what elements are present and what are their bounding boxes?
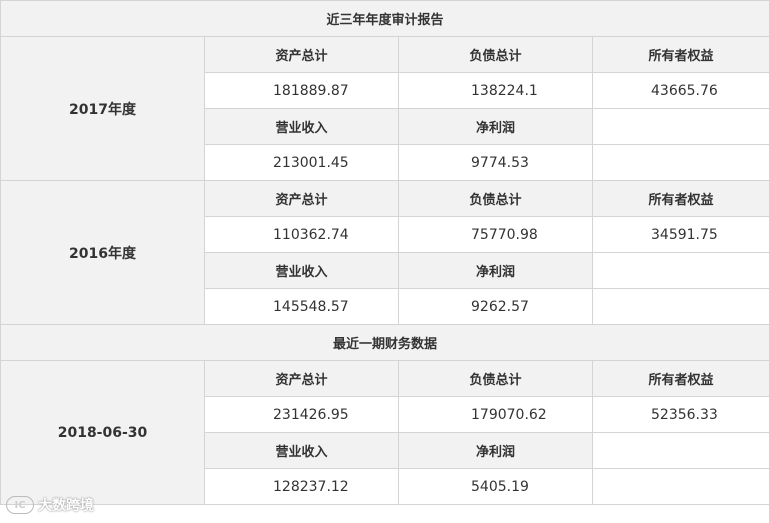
empty-cell [591, 288, 769, 325]
header-net-profit: 净利润 [398, 432, 593, 469]
value-total-assets: 110362.74 [204, 216, 399, 253]
empty-cell [591, 468, 769, 505]
header-revenue: 营业收入 [204, 432, 399, 469]
value-total-liabilities: 138224.1 [398, 72, 593, 109]
audit-banner: 近三年年度审计报告 [0, 0, 769, 37]
value-revenue: 128237.12 [204, 468, 399, 505]
empty-cell [591, 432, 769, 469]
header-net-profit: 净利润 [398, 108, 593, 145]
header-total-assets: 资产总计 [204, 36, 399, 73]
banner-row-audit: 近三年年度审计报告 [0, 0, 769, 37]
empty-cell [591, 144, 769, 181]
header-net-profit: 净利润 [398, 252, 593, 289]
table-row: 2018-06-30 资产总计 负债总计 所有者权益 [0, 360, 769, 505]
value-total-assets: 231426.95 [204, 396, 399, 433]
header-revenue: 营业收入 [204, 108, 399, 145]
header-total-liabilities: 负债总计 [398, 36, 593, 73]
value-net-profit: 5405.19 [398, 468, 593, 505]
period-label: 2017年度 [0, 36, 205, 181]
banner-row-recent: 最近一期财务数据 [0, 324, 769, 361]
value-revenue: 213001.45 [204, 144, 399, 181]
empty-cell [591, 108, 769, 145]
value-revenue: 145548.57 [204, 288, 399, 325]
period-label: 2018-06-30 [0, 360, 205, 505]
header-owner-equity: 所有者权益 [591, 360, 769, 397]
value-total-liabilities: 179070.62 [398, 396, 593, 433]
value-net-profit: 9262.57 [398, 288, 593, 325]
table-row: 2017年度 资产总计 负债总计 所有者权益 [0, 36, 769, 181]
value-net-profit: 9774.53 [398, 144, 593, 181]
value-owner-equity: 52356.33 [591, 396, 769, 433]
header-owner-equity: 所有者权益 [591, 36, 769, 73]
header-revenue: 营业收入 [204, 252, 399, 289]
value-total-assets: 181889.87 [204, 72, 399, 109]
watermark-logo-icon: IC [6, 496, 34, 514]
watermark: IC 大数跨境 [6, 495, 94, 515]
header-total-assets: 资产总计 [204, 360, 399, 397]
value-owner-equity: 43665.76 [591, 72, 769, 109]
recent-banner: 最近一期财务数据 [0, 324, 769, 361]
header-owner-equity: 所有者权益 [591, 180, 769, 217]
value-owner-equity: 34591.75 [591, 216, 769, 253]
table-row: 2016年度 资产总计 负债总计 所有者权益 [0, 180, 769, 325]
header-total-assets: 资产总计 [204, 180, 399, 217]
financial-table: 近三年年度审计报告 2017年度 资产总计 负债总计 所有者权益 181889.… [0, 0, 769, 505]
header-total-liabilities: 负债总计 [398, 360, 593, 397]
value-total-liabilities: 75770.98 [398, 216, 593, 253]
empty-cell [591, 252, 769, 289]
header-total-liabilities: 负债总计 [398, 180, 593, 217]
watermark-text: 大数跨境 [38, 498, 94, 514]
period-label: 2016年度 [0, 180, 205, 325]
